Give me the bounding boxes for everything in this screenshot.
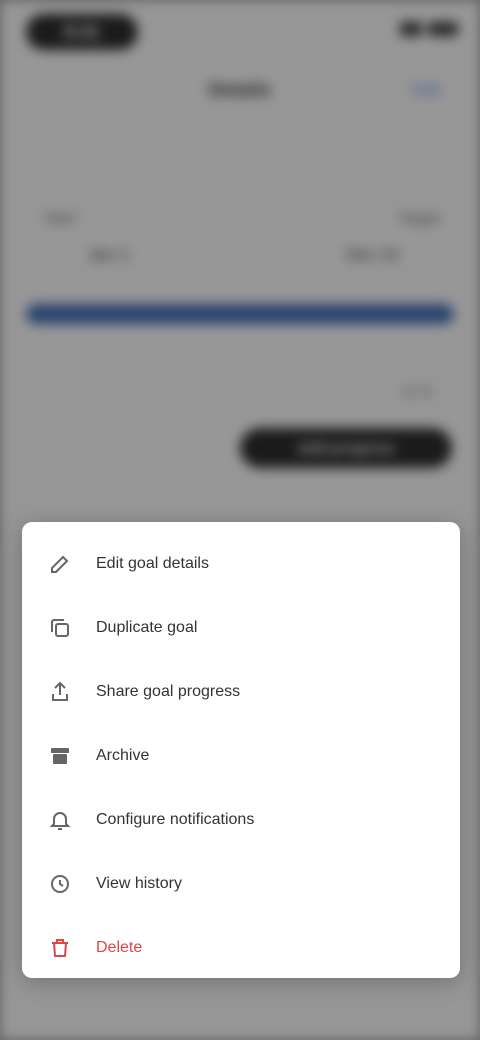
pencil-icon — [46, 550, 74, 578]
bell-icon — [46, 806, 74, 834]
menu-item-7[interactable]: Delete — [22, 916, 460, 980]
history-icon — [46, 870, 74, 898]
menu-item-label: Duplicate goal — [96, 619, 198, 636]
menu-item-label: Edit goal details — [96, 555, 209, 572]
menu-item-6[interactable]: View history — [22, 852, 460, 916]
menu-item-5[interactable]: Configure notifications — [22, 788, 460, 852]
menu-item-label: Delete — [96, 939, 143, 956]
menu-item-4[interactable]: Archive — [22, 724, 460, 788]
options-menu: Edit goal details Duplicate goal Share goa… — [22, 522, 460, 978]
menu-item-1[interactable]: Edit goal details — [22, 532, 460, 596]
menu-item-label: Share goal progress — [96, 683, 241, 700]
menu-item-2[interactable]: Duplicate goal — [22, 596, 460, 660]
menu-item-label: Configure notifications — [96, 811, 255, 828]
archive-icon — [46, 742, 74, 770]
menu-item-label: Archive — [96, 747, 150, 764]
menu-item-3[interactable]: Share goal progress — [22, 660, 460, 724]
share-icon — [46, 678, 74, 706]
menu-item-label: View history — [96, 875, 182, 892]
trash-icon — [46, 934, 74, 962]
copy-icon — [46, 614, 74, 642]
